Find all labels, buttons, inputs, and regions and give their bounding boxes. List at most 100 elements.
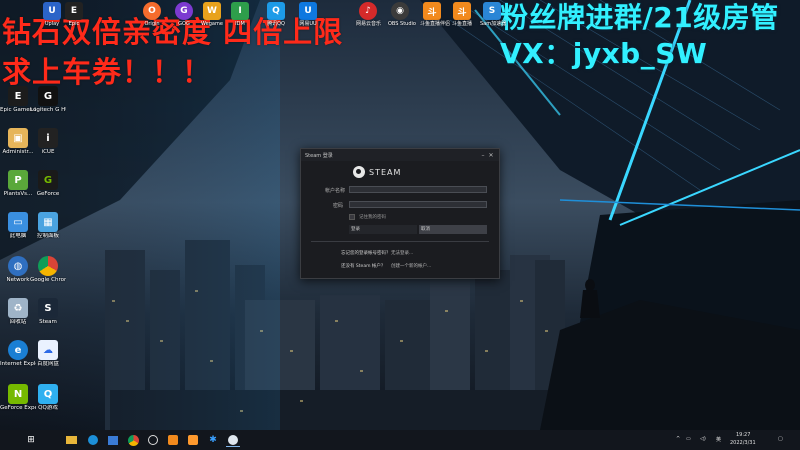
desktop-icon-qq[interactable]: Q 腾讯QQ bbox=[264, 2, 288, 27]
steam-logo-icon bbox=[353, 166, 365, 178]
steam-login-dialog: Steam 登录 – ✕ STEAM 帐户名称 密码 记住我的密码 登录 取消 … bbox=[300, 148, 500, 279]
desktop-icon-label: Origin bbox=[144, 21, 160, 27]
dialog-titlebar[interactable]: Steam 登录 – ✕ bbox=[301, 149, 499, 161]
desktop-icon-label: 百度网盘 bbox=[36, 361, 59, 367]
help-question-text: 忘记您的登录帐号密码？ bbox=[341, 251, 391, 256]
desktop-icon-label: Logitech G HUB bbox=[30, 107, 66, 113]
steam-icon: S bbox=[38, 298, 58, 318]
desktop-icon-wegame[interactable]: W Wegame bbox=[200, 2, 224, 27]
desktop-icon-origin[interactable]: O Origin bbox=[140, 2, 164, 27]
fan-group-text: 粉丝牌进群/21级房管 bbox=[500, 1, 779, 34]
netease-music-icon: ♪ bbox=[359, 2, 377, 20]
steam-icon bbox=[228, 434, 238, 445]
steam-logo-text: STEAM bbox=[369, 167, 402, 177]
password-label: 密码 bbox=[333, 203, 344, 209]
minimize-icon[interactable]: – bbox=[479, 152, 487, 159]
taskbar-app-douyu-companion[interactable] bbox=[186, 433, 200, 447]
promo-text-line2: 求上车券！！！ bbox=[2, 55, 213, 89]
douyu-icon bbox=[168, 435, 178, 445]
account-label: 帐户名称 bbox=[325, 188, 346, 194]
qq-game-icon: Q bbox=[38, 384, 58, 404]
password-input[interactable] bbox=[349, 201, 487, 208]
notification-icon[interactable]: ▢ bbox=[778, 436, 783, 442]
this-pc-icon: ▭ bbox=[8, 212, 28, 232]
desktop-icon-label: GeForce bbox=[36, 191, 60, 197]
clock-time[interactable]: 19:27 bbox=[736, 432, 750, 438]
no-account-text: 还没有 Steam 帐户？ bbox=[341, 264, 386, 269]
taskbar-app-obs[interactable] bbox=[146, 433, 160, 447]
account-name-input[interactable] bbox=[349, 186, 487, 193]
baidu-icon: ☁ bbox=[38, 340, 58, 360]
ie-icon: e bbox=[8, 340, 28, 360]
desktop-icon-douyu[interactable]: 斗 斗鱼直播 bbox=[450, 2, 474, 27]
desktop-icon-idm[interactable]: I IDM bbox=[228, 2, 252, 27]
store-icon bbox=[108, 435, 118, 445]
uu-icon: U bbox=[299, 2, 317, 20]
desktop-icon-label: Steam bbox=[39, 319, 57, 325]
clock-date[interactable]: 2022/3/31 bbox=[730, 440, 756, 446]
nvidia-icon: N bbox=[8, 384, 28, 404]
cancel-button[interactable]: 取消 bbox=[419, 225, 487, 234]
desktop-icon-gog[interactable]: G GOG bbox=[172, 2, 196, 27]
taskbar-app-douyu[interactable] bbox=[166, 433, 180, 447]
uplay-icon: U bbox=[43, 2, 61, 20]
desktop-icon-label: OBS Studio bbox=[388, 21, 416, 27]
desktop-icon-obs[interactable]: ◉ OBS Studio bbox=[388, 2, 416, 27]
desktop-icon-epic[interactable]: E Epic bbox=[62, 2, 86, 27]
volume-icon[interactable]: ◁) bbox=[700, 436, 706, 442]
taskbar-app-edge[interactable] bbox=[86, 433, 100, 447]
sam-icon: S bbox=[483, 2, 501, 20]
douyu-icon: 斗 bbox=[453, 2, 471, 20]
desktop-icon-label: Google Chrome bbox=[30, 277, 66, 283]
desktop-icon-uplay[interactable]: U Uplay bbox=[40, 2, 64, 27]
desktop-icon-netease-music[interactable]: ♪ 网易云音乐 bbox=[356, 2, 382, 27]
desktop-icon-sam[interactable]: S Sam加速器 bbox=[480, 2, 506, 27]
geforce-icon: G bbox=[38, 170, 58, 190]
close-icon[interactable]: ✕ bbox=[487, 152, 495, 159]
desktop-icon-geforce[interactable]: G GeForce bbox=[30, 170, 66, 197]
epic-icon: E bbox=[65, 2, 83, 20]
dialog-divider bbox=[311, 241, 489, 242]
desktop-icon-control-panel[interactable]: ▦ 控制面板 bbox=[30, 212, 66, 239]
desktop-icon-steam[interactable]: S Steam bbox=[30, 298, 66, 325]
desktop-icon-label: 斗鱼直播伴侣 bbox=[420, 21, 451, 27]
desktop-icon-icue[interactable]: i iCUE bbox=[30, 128, 66, 155]
desktop-icon-chrome[interactable]: Google Chrome bbox=[30, 256, 66, 283]
remember-password-label: 记住我的密码 bbox=[359, 215, 386, 220]
windows-icon: ⊞ bbox=[27, 435, 35, 445]
desktop-icon-label: iCUE bbox=[41, 149, 55, 155]
desktop-icon-label: 斗鱼直播 bbox=[451, 21, 472, 27]
network-icon: ◍ bbox=[8, 256, 28, 276]
chrome-icon bbox=[127, 434, 139, 446]
taskbar-app-chrome[interactable] bbox=[126, 433, 140, 447]
desktop-icon-logitech[interactable]: G Logitech G HUB bbox=[30, 86, 66, 113]
douyu-icon bbox=[188, 435, 198, 445]
start-button[interactable]: ⊞ bbox=[24, 433, 38, 447]
taskbar-app-steam[interactable] bbox=[226, 433, 240, 447]
desktop-icon-douyu-companion[interactable]: 斗 斗鱼直播伴侣 bbox=[420, 2, 451, 27]
folder-icon bbox=[65, 436, 77, 444]
desktop-icon-label: 控制面板 bbox=[36, 233, 59, 239]
taskbar-app-store[interactable] bbox=[106, 433, 120, 447]
create-account-link[interactable]: 创建一个新的帐户... bbox=[391, 263, 431, 269]
tray-chevron-icon[interactable]: ^ bbox=[676, 436, 680, 442]
wechat-contact-text: VX：jyxb_SW bbox=[500, 37, 708, 70]
taskbar-app-bluetooth[interactable]: ✱ bbox=[206, 433, 220, 447]
epic-games-icon: E bbox=[8, 86, 28, 106]
taskbar-app-file-explorer[interactable] bbox=[64, 433, 78, 447]
desktop-icon-uu[interactable]: U 网易UU bbox=[296, 2, 320, 27]
desktop-icon-label: GOG bbox=[178, 21, 190, 27]
login-button[interactable]: 登录 bbox=[349, 225, 417, 234]
desktop-icon-label: 网易云音乐 bbox=[356, 21, 382, 27]
remember-password-checkbox[interactable] bbox=[349, 214, 355, 220]
cant-login-link[interactable]: 无法登录... bbox=[391, 250, 413, 256]
taskbar: ⊞ ✱ ^ ▭ ◁) 英 19:27 2022/3/31 ▢ bbox=[0, 430, 800, 450]
desktop-icon-qq-game[interactable]: Q QQ游戏 bbox=[30, 384, 66, 411]
admin-icon: ▣ bbox=[8, 128, 28, 148]
gog-icon: G bbox=[175, 2, 193, 20]
control-panel-icon: ▦ bbox=[38, 212, 58, 232]
input-language[interactable]: 英 bbox=[716, 436, 721, 443]
network-tray-icon[interactable]: ▭ bbox=[686, 436, 691, 442]
desktop-icon-baidu[interactable]: ☁ 百度网盘 bbox=[30, 340, 66, 367]
recycle-bin-icon: ♻ bbox=[8, 298, 28, 318]
